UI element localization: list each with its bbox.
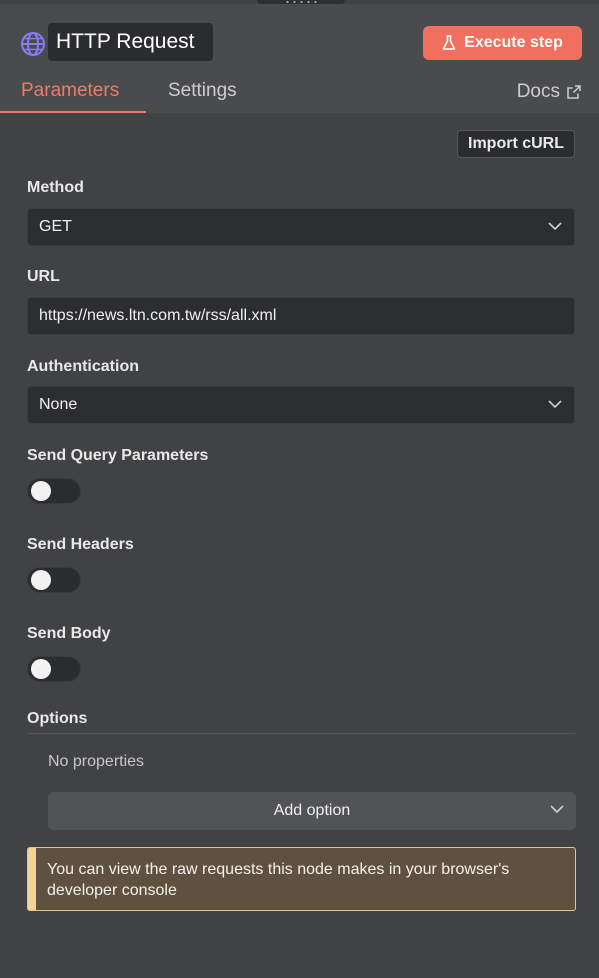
toggle-knob xyxy=(31,481,51,501)
options-label: Options xyxy=(27,710,88,727)
authentication-select[interactable]: None xyxy=(27,386,575,424)
docs-link[interactable]: Docs xyxy=(517,81,581,103)
send-body-toggle[interactable] xyxy=(27,656,81,682)
authentication-label: Authentication xyxy=(27,358,139,375)
chevron-down-icon xyxy=(548,400,562,409)
send-headers-label: Send Headers xyxy=(27,536,134,553)
method-select[interactable]: GET xyxy=(27,208,575,246)
send-query-parameters-toggle[interactable] xyxy=(27,478,81,504)
node-title[interactable]: HTTP Request xyxy=(48,23,213,61)
chevron-down-icon xyxy=(548,222,562,231)
add-option-label: Add option xyxy=(273,802,351,819)
url-label: URL xyxy=(27,268,60,285)
send-headers-toggle[interactable] xyxy=(27,567,81,593)
execute-step-button[interactable]: Execute step xyxy=(423,26,582,60)
external-link-icon xyxy=(567,85,581,99)
url-input[interactable]: https://news.ltn.com.tw/rss/all.xml xyxy=(27,297,575,335)
drag-dots-icon xyxy=(284,1,320,3)
active-tab-indicator xyxy=(0,111,146,113)
method-label: Method xyxy=(27,179,84,196)
docs-label: Docs xyxy=(516,81,560,102)
tab-parameters[interactable]: Parameters xyxy=(21,80,119,102)
send-body-label: Send Body xyxy=(27,625,111,642)
toggle-knob xyxy=(31,570,51,590)
no-properties-text: No properties xyxy=(48,753,145,770)
node-header: HTTP Request Execute step Parameters Set… xyxy=(0,4,599,113)
authentication-value: None xyxy=(39,396,78,413)
send-query-parameters-label: Send Query Parameters xyxy=(27,447,209,464)
developer-console-notice: You can view the raw requests this node … xyxy=(27,847,576,911)
globe-icon xyxy=(21,32,45,56)
options-divider xyxy=(27,733,575,734)
execute-step-label: Execute step xyxy=(464,34,563,51)
toggle-knob xyxy=(31,659,51,679)
method-value: GET xyxy=(39,218,72,235)
add-option-button[interactable]: Add option xyxy=(48,792,576,830)
chevron-down-icon xyxy=(550,805,564,814)
url-value: https://news.ltn.com.tw/rss/all.xml xyxy=(39,307,277,324)
tab-settings[interactable]: Settings xyxy=(168,80,237,102)
import-curl-button[interactable]: Import cURL xyxy=(457,130,575,158)
flask-icon xyxy=(442,35,456,50)
notice-accent-bar xyxy=(28,848,36,910)
notice-text: You can view the raw requests this node … xyxy=(47,861,510,899)
